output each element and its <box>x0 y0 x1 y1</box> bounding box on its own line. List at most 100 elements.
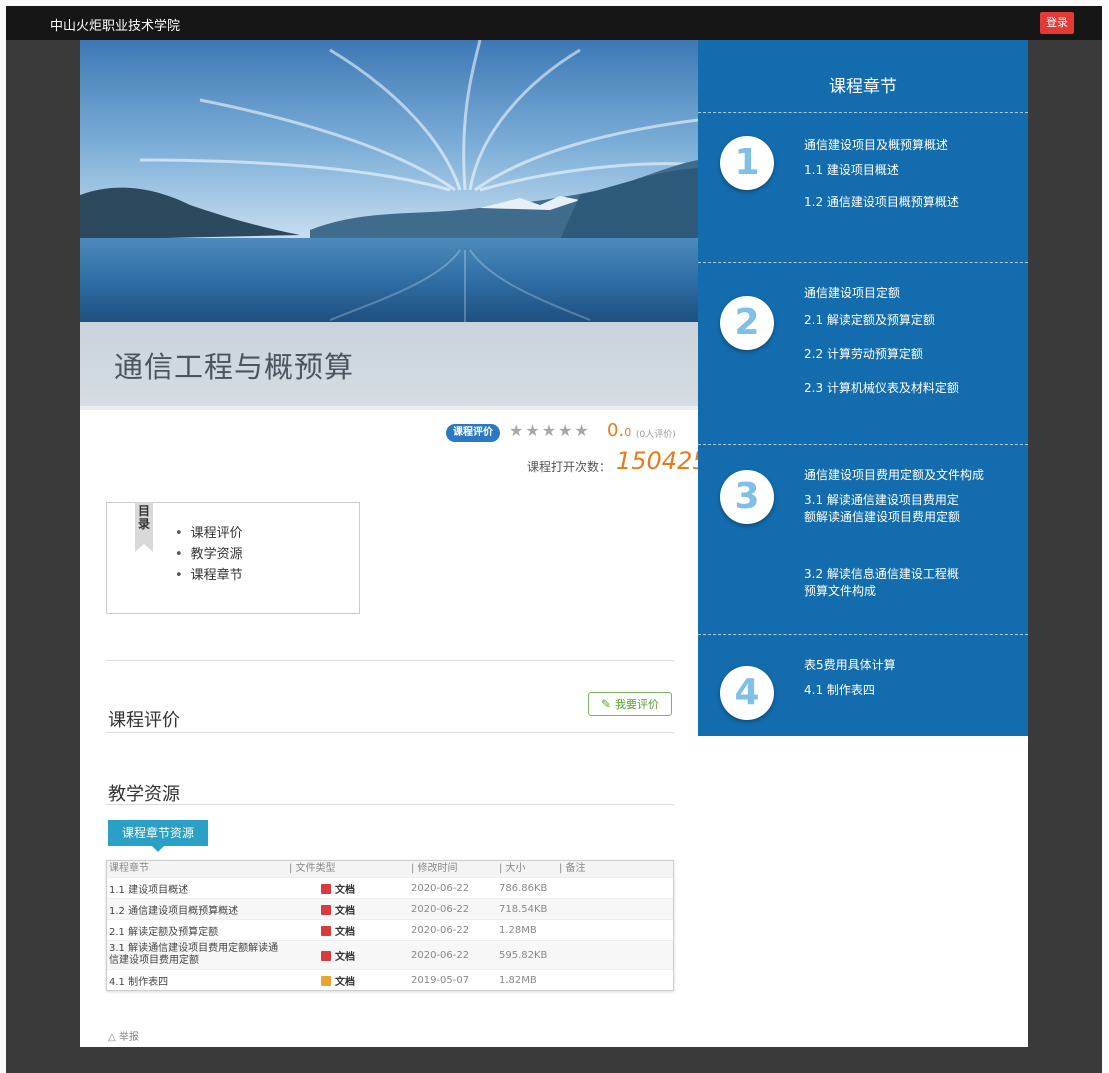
row-chapter[interactable]: 1.1 建设项目概述 <box>107 881 285 896</box>
top-bar: 中山火炬职业技术学院 登录 <box>6 6 1102 40</box>
score-main: 0. <box>607 420 625 441</box>
open-count: 150425 <box>616 447 708 475</box>
pdf-icon <box>321 925 331 936</box>
col-notes: | 备注 <box>559 863 586 874</box>
table-row[interactable]: 3.1 解读通信建设项目费用定额解读通信建设项目费用定额 文档 2020-06-… <box>107 940 673 969</box>
row-type: 文档 <box>285 902 407 917</box>
table-row[interactable]: 1.2 通信建设项目概预算概述 文档 2020-06-22 718.54KB <box>107 898 673 919</box>
row-modified: 2020-06-22 <box>411 924 470 936</box>
row-chapter[interactable]: 3.1 解读通信建设项目费用定额解读通信建设项目费用定额 <box>107 941 285 969</box>
tab-chapter-resources[interactable]: 课程章节资源 <box>108 820 208 852</box>
section-divider <box>106 660 674 661</box>
col-modified: | 修改时间 <box>411 863 458 874</box>
pdf-icon <box>321 950 331 961</box>
rating-badge: 课程评价 <box>446 424 500 442</box>
row-type-label: 文档 <box>335 976 355 988</box>
evaluation-underline <box>106 732 674 733</box>
course-banner: 通信工程与概预算 <box>80 40 698 410</box>
chapter-item[interactable]: 3.1 解读通信建设项目费用定额解读通信建设项目费用定额 <box>804 492 964 526</box>
chapter-panel-title: 课程章节 <box>829 77 897 97</box>
doc-icon <box>321 975 331 986</box>
row-size: 1.82MB <box>499 974 537 986</box>
toc-list: 课程评价 教学资源 课程章节 <box>175 523 243 586</box>
chapter-1-title[interactable]: 通信建设项目及概预算概述 <box>804 136 948 153</box>
chapter-item[interactable]: 2.2 计算劳动预算定额 <box>804 346 923 363</box>
site-name[interactable]: 中山火炬职业技术学院 <box>50 15 180 34</box>
pdf-icon <box>321 883 331 894</box>
report-label: 举报 <box>118 1032 139 1043</box>
chapter-2-title[interactable]: 通信建设项目定额 <box>804 284 900 301</box>
table-row[interactable]: 4.1 制作表四 文档 2019-05-07 1.82MB <box>107 969 673 990</box>
col-chapter: 课程章节 <box>109 863 149 874</box>
row-modified: 2020-06-22 <box>411 949 470 961</box>
course-page: 通信工程与概预算 课程评价 ★★★★★ 0.0 (0人评价) 课程打开次数： 1… <box>80 40 1028 1047</box>
row-chapter[interactable]: 2.1 解读定额及预算定额 <box>107 923 285 938</box>
col-file-type: | 文件类型 <box>289 863 336 874</box>
chapter-number-1: 1 <box>720 136 774 190</box>
rating-score: 0.0 <box>607 420 631 441</box>
row-chapter[interactable]: 1.2 通信建设项目概预算概述 <box>107 902 285 917</box>
chapter-item[interactable]: 1.2 通信建设项目概预算概述 <box>804 194 964 211</box>
row-size: 718.54KB <box>499 903 548 915</box>
chapter-item[interactable]: 3.2 解读信息通信建设工程概预算文件构成 <box>804 566 964 600</box>
row-modified: 2020-06-22 <box>411 882 470 894</box>
chapter-separator <box>698 444 1028 445</box>
chapter-separator <box>698 262 1028 263</box>
course-title: 通信工程与概预算 <box>114 350 355 384</box>
rating-count: (0人评价) <box>636 430 676 440</box>
warning-icon: △ <box>108 1032 119 1043</box>
page-frame: 中山火炬职业技术学院 登录 通信工程与概预算 课程评价 ★★★★★ 0.0 (0… <box>6 6 1102 1073</box>
row-size: 595.82KB <box>499 949 548 961</box>
chapter-item[interactable]: 4.1 制作表四 <box>804 682 875 699</box>
chapter-separator <box>698 112 1028 113</box>
write-review-button[interactable]: ✎ 我要评价 <box>588 692 672 716</box>
chapter-number-2: 2 <box>720 296 774 350</box>
row-type: 文档 <box>285 881 407 896</box>
chapter-number-3: 3 <box>720 470 774 524</box>
chapter-4-title[interactable]: 表5费用具体计算 <box>804 656 896 673</box>
table-row[interactable]: 1.1 建设项目概述 文档 2020-06-22 786.86KB <box>107 877 673 898</box>
chapter-number-4: 4 <box>720 666 774 720</box>
table-header: 课程章节 | 文件类型 | 修改时间 | 大小 | 备注 <box>107 861 673 877</box>
row-modified: 2019-05-07 <box>411 974 470 986</box>
row-type-label: 文档 <box>335 884 355 896</box>
row-type-label: 文档 <box>335 926 355 938</box>
row-type-label: 文档 <box>335 951 355 963</box>
write-review-label: 我要评价 <box>615 698 660 711</box>
chapter-item[interactable]: 1.1 建设项目概述 <box>804 162 899 179</box>
col-size: | 大小 <box>499 863 526 874</box>
table-of-contents: 目录 课程评价 教学资源 课程章节 <box>106 502 360 614</box>
title-band: 通信工程与概预算 <box>80 322 698 406</box>
toc-item-evaluation[interactable]: 课程评价 <box>175 523 243 544</box>
resources-table: 课程章节 | 文件类型 | 修改时间 | 大小 | 备注 1.1 建设项目概述 … <box>106 860 674 991</box>
row-size: 1.28MB <box>499 924 537 936</box>
login-button[interactable]: 登录 <box>1040 12 1074 34</box>
pdf-icon <box>321 904 331 915</box>
resources-underline <box>106 804 674 805</box>
chapter-3-title[interactable]: 通信建设项目费用定额及文件构成 <box>804 466 984 483</box>
row-modified: 2020-06-22 <box>411 903 470 915</box>
row-type-label: 文档 <box>335 905 355 917</box>
toc-item-chapters[interactable]: 课程章节 <box>175 565 243 586</box>
chapter-separator <box>698 634 1028 635</box>
chapter-item[interactable]: 2.1 解读定额及预算定额 <box>804 312 935 329</box>
toc-ribbon: 目录 <box>135 502 153 552</box>
report-link[interactable]: △ 举报 <box>108 1028 139 1043</box>
row-type: 文档 <box>285 948 407 963</box>
open-count-label: 课程打开次数： <box>527 460 612 474</box>
row-chapter[interactable]: 4.1 制作表四 <box>107 973 285 988</box>
row-type: 文档 <box>285 923 407 938</box>
row-type: 文档 <box>285 973 407 988</box>
pencil-icon: ✎ <box>600 697 612 711</box>
banner-divider <box>80 406 698 410</box>
star-rating[interactable]: ★★★★★ <box>509 421 591 440</box>
row-size: 786.86KB <box>499 882 548 894</box>
toc-ribbon-label: 目录 <box>138 504 151 531</box>
evaluation-heading: 课程评价 <box>108 710 180 731</box>
table-row[interactable]: 2.1 解读定额及预算定额 文档 2020-06-22 1.28MB <box>107 919 673 940</box>
chapter-panel: 课程章节 1 通信建设项目及概预算概述 1.1 建设项目概述 1.2 通信建设项… <box>698 40 1028 736</box>
resources-heading: 教学资源 <box>108 784 180 805</box>
toc-item-resources[interactable]: 教学资源 <box>175 544 243 565</box>
score-decimal: 0 <box>624 426 632 439</box>
chapter-item[interactable]: 2.3 计算机械仪表及材料定额 <box>804 380 964 397</box>
